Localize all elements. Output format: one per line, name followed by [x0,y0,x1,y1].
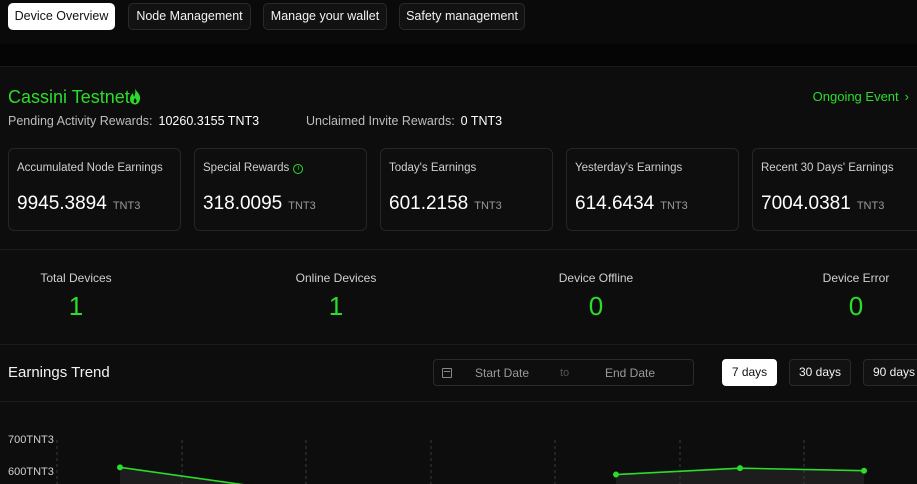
card-value: 614.6434 [575,193,655,214]
card-label: Today's Earnings [389,162,477,174]
ongoing-event-link[interactable]: Ongoing Event › [813,89,909,104]
chevron-right-icon: › [904,89,909,104]
divider [0,249,917,250]
stat-online-devices: Online Devices 1 [261,271,411,322]
stat-value: 1 [68,291,84,321]
stat-label: Device Offline [558,271,634,285]
divider [0,344,917,345]
stat-device-error: Device Error 0 [781,271,917,322]
card-special-rewards: Special Rewards i 318.0095 TNT3 [194,148,367,231]
pending-rewards: Pending Activity Rewards: 10260.3155 TNT3 [8,114,259,128]
calendar-icon [442,368,452,378]
card-recent-30-days: Recent 30 Days' Earnings 7004.0381 TNT3 [752,148,917,231]
unclaimed-rewards-label: Unclaimed Invite Rewards: [306,114,455,128]
range-90-days-button[interactable]: 90 days [863,359,917,386]
network-title: Cassini Testnet [8,87,130,107]
card-label: Recent 30 Days' Earnings [761,162,894,174]
card-unit: TNT3 [660,200,688,212]
date-range-separator: to [560,367,570,379]
data-point[interactable] [737,465,743,472]
end-date-input[interactable]: End Date [605,366,655,380]
flame-icon [130,88,141,105]
data-point[interactable] [613,471,619,478]
card-unit: TNT3 [288,200,316,212]
card-unit: TNT3 [112,200,141,212]
start-date-input[interactable]: Start Date [475,366,529,380]
unclaimed-rewards: Unclaimed Invite Rewards: 0 TNT3 [306,114,502,128]
stat-value: 1 [328,291,344,321]
unclaimed-rewards-value: 0 TNT3 [460,114,503,128]
stat-label: Device Error [822,271,890,285]
card-unit: TNT3 [474,200,502,212]
earnings-trend-chart [56,440,867,484]
stat-total-devices: Total Devices 1 [1,271,151,322]
card-value: 318.0095 [203,193,283,214]
earnings-trend-title: Earnings Trend [8,364,110,381]
stat-value: 0 [588,291,604,321]
top-tab-bar: Device Overview Node Management Manage y… [0,0,917,44]
data-point[interactable] [117,464,123,471]
pending-rewards-label: Pending Activity Rewards: [8,114,153,128]
card-accumulated-earnings: Accumulated Node Earnings 9945.3894 TNT3 [8,148,181,231]
card-label: Accumulated Node Earnings [17,162,163,174]
stat-label: Total Devices [40,271,112,285]
card-yesterdays-earnings: Yesterday's Earnings 614.6434 TNT3 [566,148,739,231]
range-30-days-button[interactable]: 30 days [789,359,851,386]
date-range-picker[interactable]: Start Date to End Date [433,359,694,386]
card-label: Special Rewards [203,162,290,174]
tab-safety-management[interactable]: Safety management [399,3,525,30]
card-todays-earnings: Today's Earnings 601.2158 TNT3 [380,148,553,231]
header-band [0,44,917,67]
card-value: 601.2158 [389,193,469,214]
tab-manage-wallet[interactable]: Manage your wallet [263,3,387,30]
card-value: 9945.3894 [17,193,107,214]
data-point[interactable] [861,467,867,474]
stat-device-offline: Device Offline 0 [521,271,671,322]
stat-label: Online Devices [295,271,377,285]
tab-device-overview[interactable]: Device Overview [8,3,115,30]
card-label: Yesterday's Earnings [575,162,683,174]
ongoing-event-label: Ongoing Event [812,89,899,104]
card-value: 7004.0381 [761,193,851,214]
tab-node-management[interactable]: Node Management [128,3,251,30]
info-icon[interactable]: i [293,164,304,174]
stat-value: 0 [848,291,864,321]
card-unit: TNT3 [856,200,885,212]
range-7-days-button[interactable]: 7 days [722,359,777,386]
pending-rewards-value: 10260.3155 TNT3 [158,114,260,128]
